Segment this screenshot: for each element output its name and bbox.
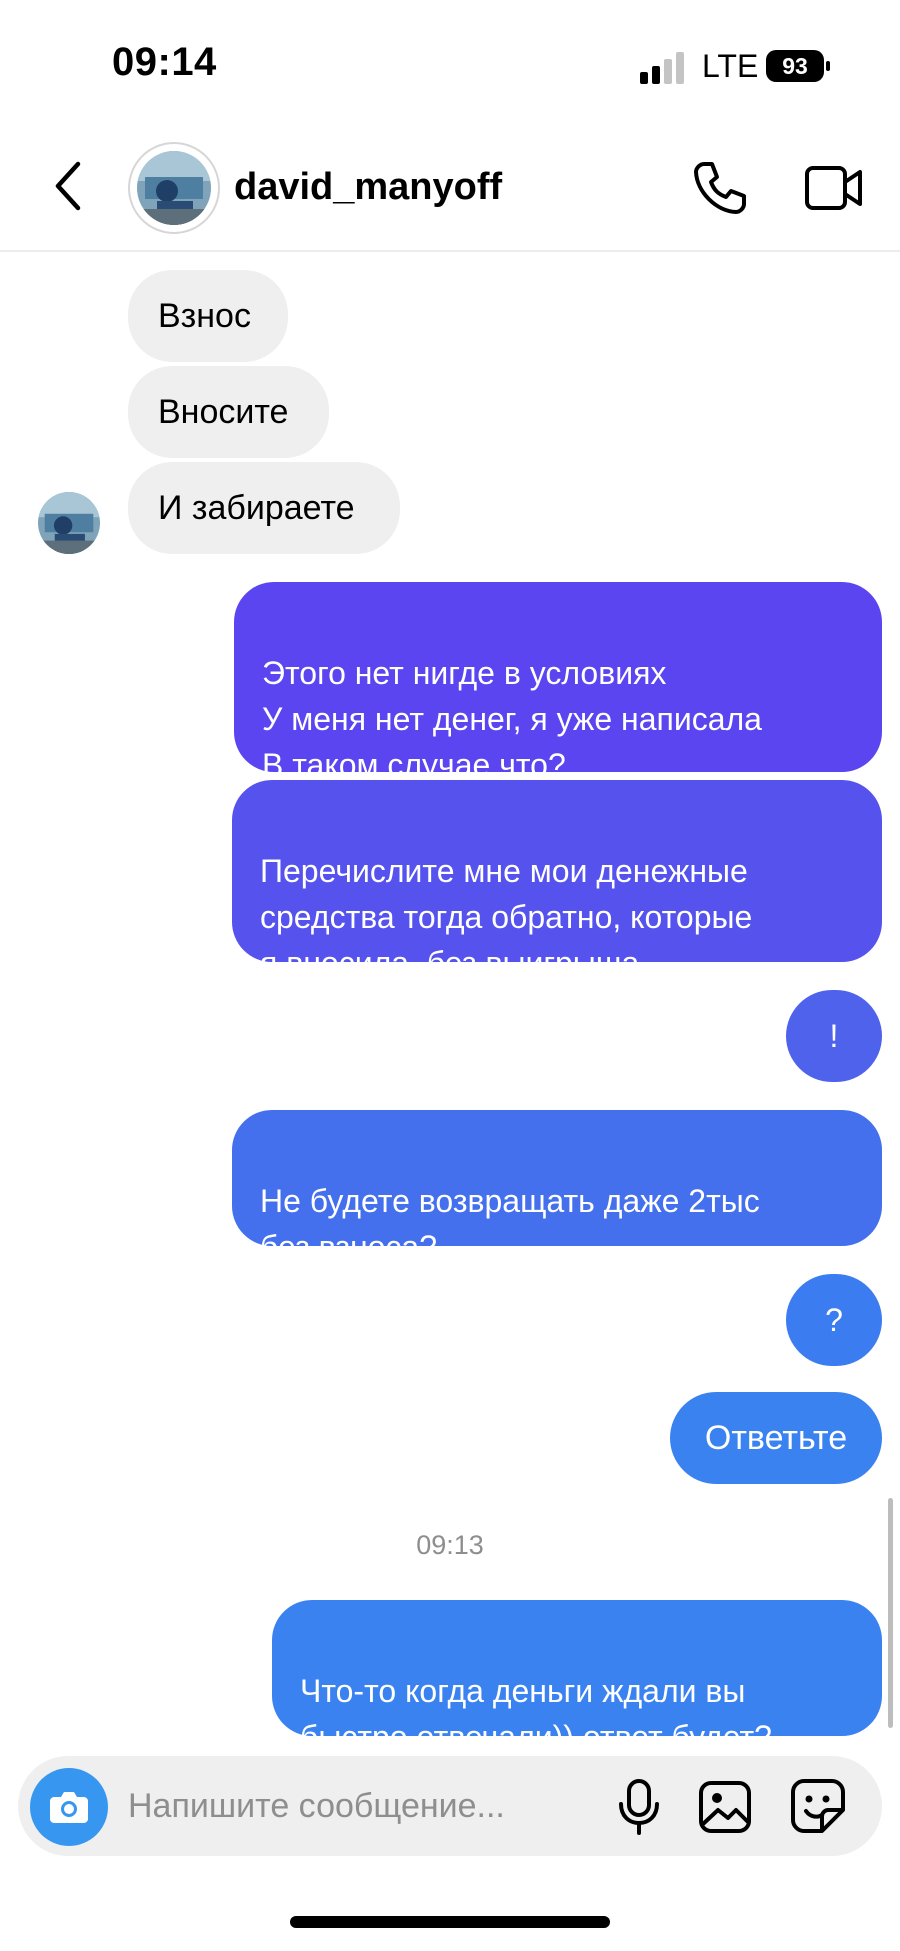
scrollbar[interactable] xyxy=(888,1498,893,1728)
chevron-left-icon[interactable] xyxy=(46,156,96,216)
home-indicator[interactable] xyxy=(290,1916,610,1928)
message-outgoing[interactable]: Перечислите мне мои денежные средства то… xyxy=(232,780,882,981)
message-text: Ответьте xyxy=(704,1419,848,1457)
avatar-image xyxy=(137,151,211,225)
phone-icon[interactable] xyxy=(690,158,750,218)
message-outgoing[interactable]: ! xyxy=(786,990,882,1082)
message-text: ! xyxy=(829,1018,839,1054)
chat-username[interactable]: david_manyoff xyxy=(234,166,502,209)
message-text: Что-то когда деньги ждали вы быстро отве… xyxy=(300,1673,772,1755)
sticker-icon[interactable] xyxy=(790,1778,846,1834)
message-input[interactable] xyxy=(128,1778,568,1834)
message-outgoing[interactable]: ? xyxy=(786,1274,882,1366)
sender-avatar[interactable] xyxy=(38,492,100,554)
message-outgoing[interactable]: Не будете возвращать даже 2тыс без взнос… xyxy=(232,1110,882,1265)
avatar[interactable] xyxy=(137,151,211,225)
camera-icon xyxy=(50,1792,88,1823)
message-outgoing[interactable]: Этого нет нигде в условиях У меня нет де… xyxy=(234,582,882,783)
message-outgoing[interactable]: Ответьте xyxy=(670,1392,882,1484)
signal-icon xyxy=(640,52,684,84)
message-incoming[interactable]: И забираете xyxy=(128,462,400,554)
camera-button[interactable] xyxy=(30,1768,108,1846)
message-text: Взнос xyxy=(158,296,251,335)
message-outgoing[interactable]: Что-то когда деньги ждали вы быстро отве… xyxy=(272,1600,882,1755)
gallery-icon[interactable] xyxy=(698,1780,752,1834)
status-time: 09:14 xyxy=(112,40,217,84)
message-text: Не будете возвращать даже 2тыс без взнос… xyxy=(260,1183,760,1265)
microphone-icon[interactable] xyxy=(614,1778,664,1836)
battery-icon: 93 xyxy=(766,50,830,82)
message-incoming[interactable]: Взнос xyxy=(128,270,288,362)
avatar-image xyxy=(38,492,100,554)
battery-level: 93 xyxy=(782,52,808,79)
message-text: ? xyxy=(825,1302,843,1338)
message-text: И забираете xyxy=(158,488,355,527)
header-divider xyxy=(0,250,900,252)
message-incoming[interactable]: Вносите xyxy=(128,366,329,458)
message-text: Этого нет нигде в условиях У меня нет де… xyxy=(262,655,762,783)
message-text: Перечислите мне мои денежные средства то… xyxy=(260,853,753,981)
message-text: Вносите xyxy=(158,392,289,431)
network-label: LTE xyxy=(702,48,759,84)
message-timestamp: 09:13 xyxy=(416,1530,484,1560)
video-camera-icon[interactable] xyxy=(804,162,864,214)
